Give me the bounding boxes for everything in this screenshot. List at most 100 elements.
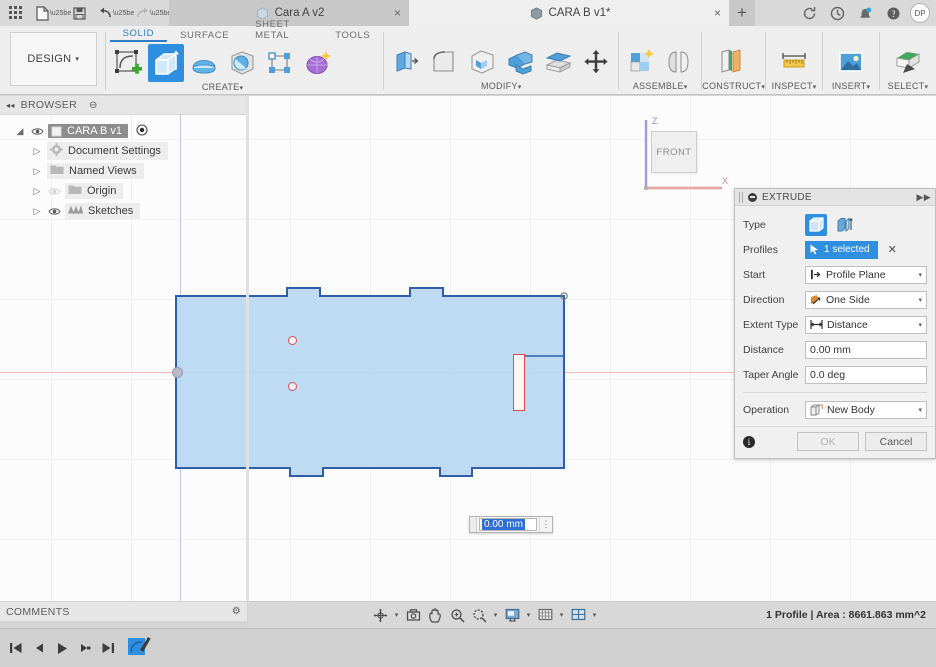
- timeline-first-icon[interactable]: [6, 637, 26, 659]
- tree-root-pill[interactable]: CARA B v1: [48, 124, 129, 138]
- insert-image-icon[interactable]: [833, 43, 869, 81]
- new-component-icon[interactable]: [623, 43, 659, 81]
- chevron-down-icon[interactable]: ▾: [918, 406, 922, 414]
- offset-plane-icon[interactable]: [712, 43, 748, 81]
- taper-angle-input[interactable]: 0.0 deg: [805, 365, 927, 384]
- tab-sheet-metal[interactable]: SHEET METAL: [242, 19, 322, 42]
- pan-icon[interactable]: [425, 605, 445, 625]
- visibility-eye-icon[interactable]: [30, 127, 44, 136]
- display-settings-icon[interactable]: [502, 605, 522, 625]
- construct-group-label[interactable]: CONSTRUCT▾: [702, 81, 765, 94]
- help-icon[interactable]: ?: [880, 0, 906, 26]
- dialog-drag-grip[interactable]: [739, 191, 743, 203]
- create-sketch-icon[interactable]: [110, 44, 146, 82]
- tree-expand-arrow[interactable]: ▷: [31, 166, 43, 177]
- select-group-label[interactable]: SELECT▾: [880, 81, 936, 94]
- tree-item-sketches[interactable]: ▷ Sketches: [8, 201, 248, 221]
- joint-icon[interactable]: [661, 43, 697, 81]
- file-caret-icon[interactable]: \u25be: [50, 1, 71, 25]
- input-drag-grip[interactable]: [470, 517, 477, 532]
- orbit-icon[interactable]: [370, 605, 390, 625]
- extrude-icon[interactable]: [147, 44, 184, 82]
- tree-expand-arrow[interactable]: ▷: [31, 186, 43, 197]
- distance-input[interactable]: 0.00 mm: [805, 340, 927, 359]
- tree-expand-arrow[interactable]: ◢: [14, 126, 26, 137]
- document-tab-cara-b[interactable]: CARA B v1* ×: [409, 0, 729, 26]
- chevron-down-icon[interactable]: ▾: [918, 321, 922, 329]
- create-group-label[interactable]: CREATE▾: [106, 82, 340, 95]
- timeline-next-icon[interactable]: [75, 637, 95, 659]
- avatar[interactable]: DP: [910, 3, 930, 23]
- view-cube-front-face[interactable]: FRONT: [651, 131, 697, 173]
- zoom-window-icon[interactable]: [469, 605, 489, 625]
- measure-icon[interactable]: [776, 43, 812, 81]
- viewports-icon[interactable]: [568, 605, 588, 625]
- solid-extrude-icon[interactable]: [805, 213, 827, 236]
- fillet-icon[interactable]: [426, 43, 462, 81]
- timeline-last-icon[interactable]: [98, 637, 118, 659]
- timeline-prev-icon[interactable]: [29, 637, 49, 659]
- chevron-down-icon[interactable]: ▾: [918, 271, 922, 279]
- tab-close-icon[interactable]: ×: [394, 6, 401, 20]
- start-dropdown[interactable]: Profile Plane ▾: [805, 265, 927, 284]
- extrude-dialog-header[interactable]: EXTRUDE ▶▶: [735, 189, 935, 206]
- dialog-dock-icon[interactable]: ▶▶: [917, 192, 931, 203]
- sketch-hole-1[interactable]: [288, 336, 297, 345]
- inline-distance-value-box[interactable]: 0.00 mm: [479, 518, 537, 531]
- view-cube[interactable]: Z X FRONT: [622, 110, 732, 200]
- press-pull-icon[interactable]: [388, 43, 424, 81]
- ok-button[interactable]: OK: [797, 432, 859, 451]
- thin-extrude-icon[interactable]: [833, 214, 855, 236]
- browser-collapse-icon[interactable]: ◂◂: [6, 101, 15, 110]
- look-at-icon[interactable]: [403, 605, 423, 625]
- tab-surface[interactable]: SURFACE: [167, 30, 242, 42]
- inspect-group-label[interactable]: INSPECT▾: [766, 81, 822, 94]
- tab-solid[interactable]: SOLID: [109, 28, 168, 42]
- profiles-clear-icon[interactable]: ✕: [888, 243, 897, 256]
- timeline-sketch-feature[interactable]: [127, 635, 153, 661]
- tree-item-document-settings[interactable]: ▷ Document Settings: [8, 141, 248, 161]
- tree-root-row[interactable]: ◢ CARA B v1: [8, 121, 248, 141]
- grid-snaps-icon[interactable]: [535, 605, 555, 625]
- undo-caret-icon[interactable]: \u25be: [113, 1, 134, 25]
- form-icon[interactable]: [300, 44, 336, 82]
- save-icon[interactable]: [67, 1, 91, 25]
- orbit-caret-icon[interactable]: ▾: [392, 605, 401, 625]
- revolve-icon[interactable]: [186, 44, 222, 82]
- tab-close-icon[interactable]: ×: [714, 6, 721, 20]
- viewports-caret-icon[interactable]: ▾: [590, 605, 599, 625]
- tree-expand-arrow[interactable]: ▷: [31, 206, 43, 217]
- tree-item-origin[interactable]: ▷ Origin: [8, 181, 248, 201]
- display-settings-caret-icon[interactable]: ▾: [524, 605, 533, 625]
- shell-icon[interactable]: [464, 43, 500, 81]
- new-tab-button[interactable]: +: [729, 0, 755, 26]
- info-icon[interactable]: i: [743, 435, 755, 448]
- sketch-hole-2[interactable]: [288, 382, 297, 391]
- cancel-button[interactable]: Cancel: [865, 432, 927, 451]
- browser-settings-icon[interactable]: ⊖: [89, 100, 98, 111]
- comments-settings-icon[interactable]: ⚙: [232, 606, 241, 617]
- zoom-window-caret-icon[interactable]: ▾: [491, 605, 500, 625]
- inline-input-menu-icon[interactable]: ⋮: [539, 517, 552, 532]
- direction-dropdown[interactable]: One Side ▾: [805, 290, 927, 309]
- modify-group-label[interactable]: MODIFY▾: [384, 81, 618, 94]
- extrude-dialog[interactable]: EXTRUDE ▶▶ Type Profiles 1 selected ✕ St…: [734, 188, 936, 459]
- tree-expand-arrow[interactable]: ▷: [31, 146, 43, 157]
- dialog-collapse-icon[interactable]: [748, 192, 757, 202]
- browser-canvas-splitter[interactable]: [246, 96, 249, 601]
- sphere-icon[interactable]: [224, 44, 260, 82]
- tree-item-named-views[interactable]: ▷ Named Views: [8, 161, 248, 181]
- insert-group-label[interactable]: INSERT▾: [823, 81, 879, 94]
- tab-tools[interactable]: TOOLS: [322, 30, 383, 42]
- grid-snaps-caret-icon[interactable]: ▾: [557, 605, 566, 625]
- workspace-selector[interactable]: DESIGN ▾: [10, 32, 97, 86]
- origin-point[interactable]: [172, 367, 183, 378]
- offset-face-icon[interactable]: [540, 43, 576, 81]
- pattern-icon[interactable]: [262, 44, 298, 82]
- comments-panel-header[interactable]: COMMENTS ⚙: [0, 601, 248, 621]
- grid-apps-icon[interactable]: [4, 1, 28, 25]
- combine-icon[interactable]: [502, 43, 538, 81]
- recent-icon[interactable]: [824, 0, 850, 26]
- select-icon[interactable]: [890, 43, 926, 81]
- redo-caret-icon[interactable]: \u25be: [150, 1, 171, 25]
